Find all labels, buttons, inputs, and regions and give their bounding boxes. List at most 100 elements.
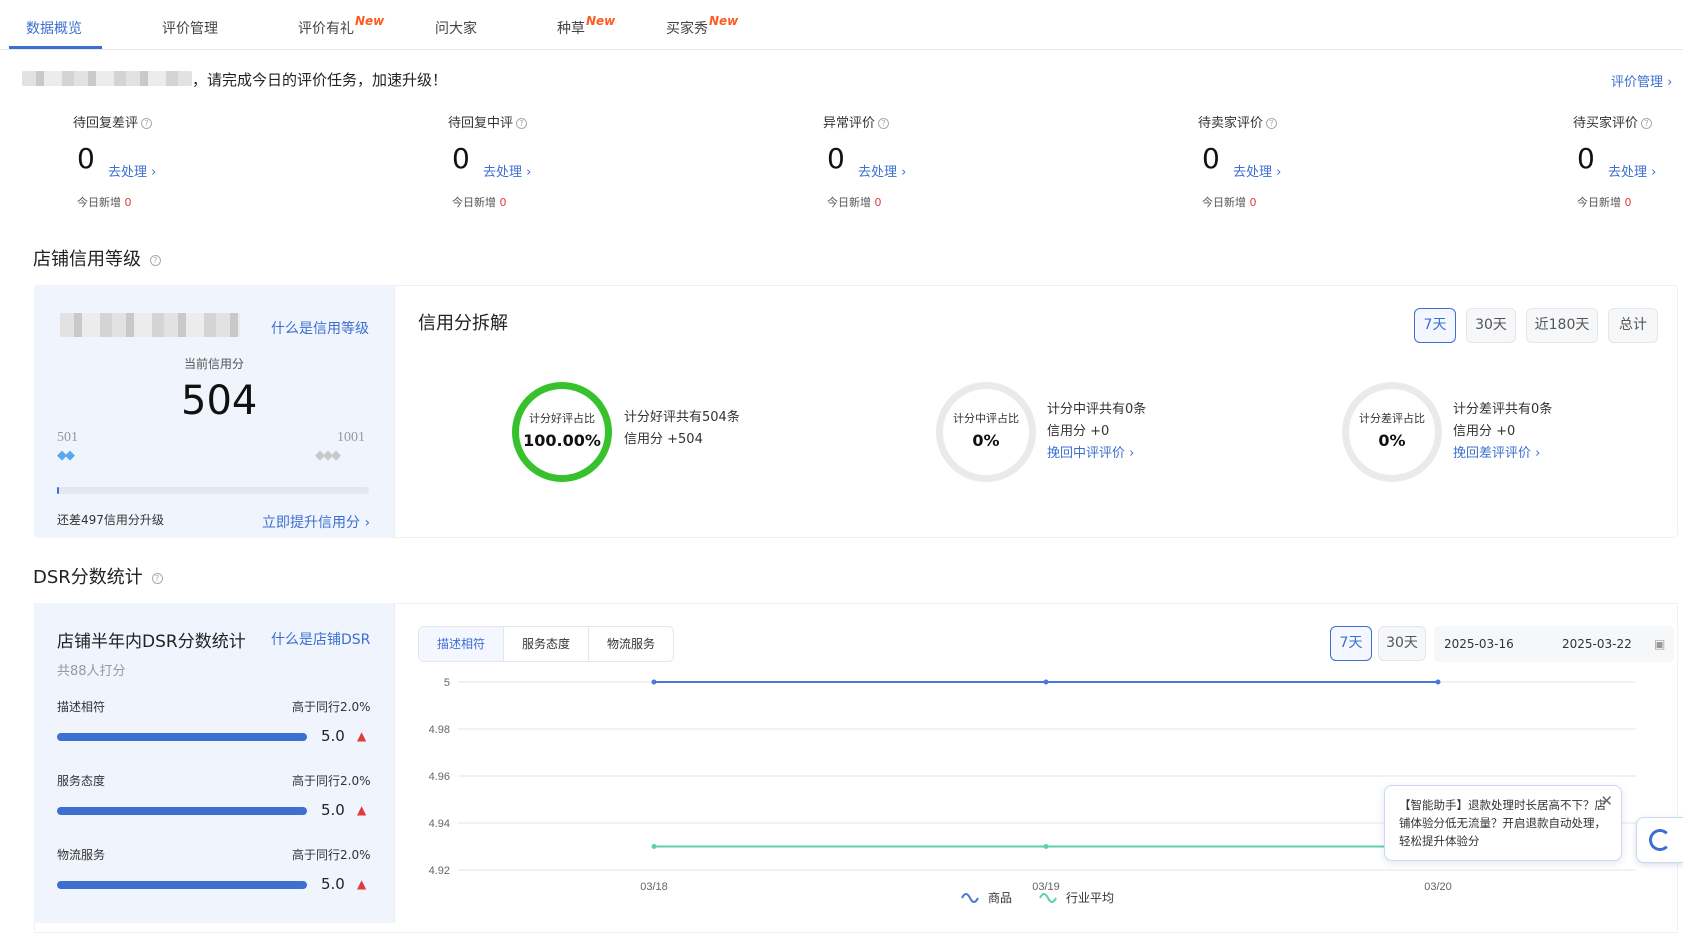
go-handle-link[interactable]: 去处理 › <box>1233 161 1281 180</box>
level-max: 1001 <box>337 430 365 445</box>
legend-label: 商品 <box>988 890 1012 905</box>
dsr-period-7d-button[interactable]: 7天 <box>1330 626 1372 661</box>
today-value: 0 <box>499 196 507 209</box>
remain-text: 还差497信用分升级 <box>57 513 164 527</box>
help-icon[interactable]: ? <box>1266 118 1278 129</box>
go-handle-link[interactable]: 去处理 › <box>108 161 156 180</box>
neutral-ratio-ring: 计分中评占比 0% <box>936 382 1036 482</box>
stat-pending-seller: 待卖家评价? 0 去处理 › 今日新增 0 <box>1198 112 1398 209</box>
today-value: 0 <box>1249 196 1257 209</box>
assistant-float-button[interactable] <box>1636 817 1683 863</box>
data-point <box>1043 679 1049 685</box>
shop-name-redacted <box>22 71 192 86</box>
negative-summary: 计分差评共有0条 信用分 +0 挽回差评评价 › <box>1453 399 1552 465</box>
tab-data-overview[interactable]: 数据概览 <box>26 18 82 38</box>
ring-value: 0% <box>1378 431 1406 450</box>
tab-label: 买家秀 <box>666 21 708 37</box>
stat-label: 待回复中评 <box>448 116 514 131</box>
dsr-row-score: 5.0 <box>321 875 345 893</box>
y-tick-label: 4.94 <box>429 818 450 830</box>
dsr-row-name: 描述相符 <box>57 700 106 714</box>
dsr-row-score: 5.0 <box>321 801 345 819</box>
section-title-text: 店铺信用等级 <box>33 249 141 270</box>
today-value: 0 <box>124 196 132 209</box>
stat-value: 0 <box>77 142 95 175</box>
summary-line: 计分好评共有504条 <box>624 410 740 425</box>
stat-label: 待买家评价 <box>1573 116 1639 131</box>
assistant-tip: 【智能助手】退款处理时长居高不下？店铺体验分低无流量？开启退款自动处理，轻松提升… <box>1384 785 1622 861</box>
segment-logistics[interactable]: 物流服务 <box>589 627 673 661</box>
date-range-picker[interactable]: 2025-03-16 2025-03-22 ▣ <box>1434 626 1674 662</box>
help-icon[interactable]: ? <box>141 118 153 129</box>
tab-review-management[interactable]: 评价管理 <box>162 18 218 38</box>
close-icon[interactable]: ✕ <box>1600 792 1613 810</box>
segment-service[interactable]: 服务态度 <box>504 627 590 661</box>
ring-value: 100.00% <box>523 431 601 450</box>
divider <box>394 603 395 923</box>
active-tab-indicator <box>9 46 102 49</box>
today-label: 今日新增 <box>452 196 496 209</box>
dsr-row-compare: 高于同行2.0% <box>292 848 371 862</box>
period-30d-button[interactable]: 30天 <box>1466 308 1516 343</box>
tab-label: 数据概览 <box>26 21 82 37</box>
help-icon[interactable]: ? <box>1641 118 1653 129</box>
go-handle-link[interactable]: 去处理 › <box>858 161 906 180</box>
new-badge: New <box>586 14 616 28</box>
stat-value: 0 <box>1577 142 1595 175</box>
y-tick-label: 5 <box>444 677 450 689</box>
period-7d-button[interactable]: 7天 <box>1414 308 1456 343</box>
tab-label: 评价有礼 <box>298 21 354 37</box>
go-handle-link[interactable]: 去处理 › <box>483 161 531 180</box>
recover-negative-link[interactable]: 挽回差评评价 › <box>1453 443 1552 465</box>
dsr-period-30d-button[interactable]: 30天 <box>1378 626 1426 661</box>
current-score-label: 当前信用分 <box>184 357 245 371</box>
period-total-button[interactable]: 总计 <box>1608 308 1658 343</box>
tab-buyer-show[interactable]: 买家秀 New <box>666 14 738 38</box>
review-management-link[interactable]: 评价管理 › <box>1611 71 1672 90</box>
dsr-row-name: 物流服务 <box>57 848 106 862</box>
tab-ask-everyone[interactable]: 问大家 <box>435 18 477 38</box>
help-icon[interactable]: ? <box>516 118 528 129</box>
what-is-credit-link[interactable]: 什么是信用等级 <box>271 318 369 338</box>
stat-label: 待卖家评价 <box>1198 116 1264 131</box>
dsr-row-score: 5.0 <box>321 727 345 745</box>
period-180d-button[interactable]: 近180天 <box>1526 308 1598 343</box>
dsr-score-bar <box>57 881 307 889</box>
help-icon[interactable]: ? <box>151 572 163 584</box>
assistant-icon <box>1649 829 1671 851</box>
data-point <box>1043 844 1049 849</box>
today-label: 今日新增 <box>1202 196 1246 209</box>
today-label: 今日新增 <box>77 196 121 209</box>
stat-label: 异常评价 <box>823 116 876 131</box>
ring-label: 计分好评占比 <box>529 412 595 425</box>
positive-summary: 计分好评共有504条 信用分 +504 <box>624 407 740 451</box>
legend-swatch <box>961 893 979 903</box>
stat-abnormal: 异常评价? 0 去处理 › 今日新增 0 <box>823 112 1023 209</box>
segment-description[interactable]: 描述相符 <box>419 627 505 661</box>
help-icon[interactable]: ? <box>149 254 161 266</box>
go-handle-link[interactable]: 去处理 › <box>1608 161 1656 180</box>
shop-avatar-redacted <box>60 313 240 337</box>
diamond-icon: ◆◆ <box>57 448 75 463</box>
what-is-dsr-link[interactable]: 什么是店铺DSR <box>271 629 370 649</box>
tab-review-gift[interactable]: 评价有礼 New <box>298 14 384 38</box>
ring-value: 0% <box>972 431 1000 450</box>
credit-breakdown-title: 信用分拆解 <box>418 313 508 334</box>
ring-label: 计分差评占比 <box>1359 412 1425 425</box>
summary-line: 信用分 +504 <box>624 432 703 447</box>
date-start: 2025-03-16 <box>1444 637 1514 651</box>
improve-credit-link[interactable]: 立即提升信用分 › <box>262 512 370 532</box>
dsr-score-bar <box>57 733 307 741</box>
new-badge: New <box>709 14 739 28</box>
level-min: 501 <box>57 430 78 445</box>
dsr-metric-segment: 描述相符 服务态度 物流服务 <box>418 626 675 662</box>
assistant-tip-text: 【智能助手】退款处理时长居高不下？店铺体验分低无流量？开启退款自动处理，轻松提升… <box>1399 798 1606 848</box>
dsr-section-title: DSR分数统计 ? <box>33 563 163 589</box>
recover-neutral-link[interactable]: 挽回中评评价 › <box>1047 443 1146 465</box>
tab-seeding[interactable]: 种草 New <box>557 14 615 38</box>
help-icon[interactable]: ? <box>878 118 890 129</box>
upgrade-progress-bar <box>57 487 369 494</box>
dsr-row-compare: 高于同行2.0% <box>292 700 371 714</box>
summary-line: 信用分 +0 <box>1453 424 1516 439</box>
rater-count: 共88人打分 <box>57 664 126 679</box>
